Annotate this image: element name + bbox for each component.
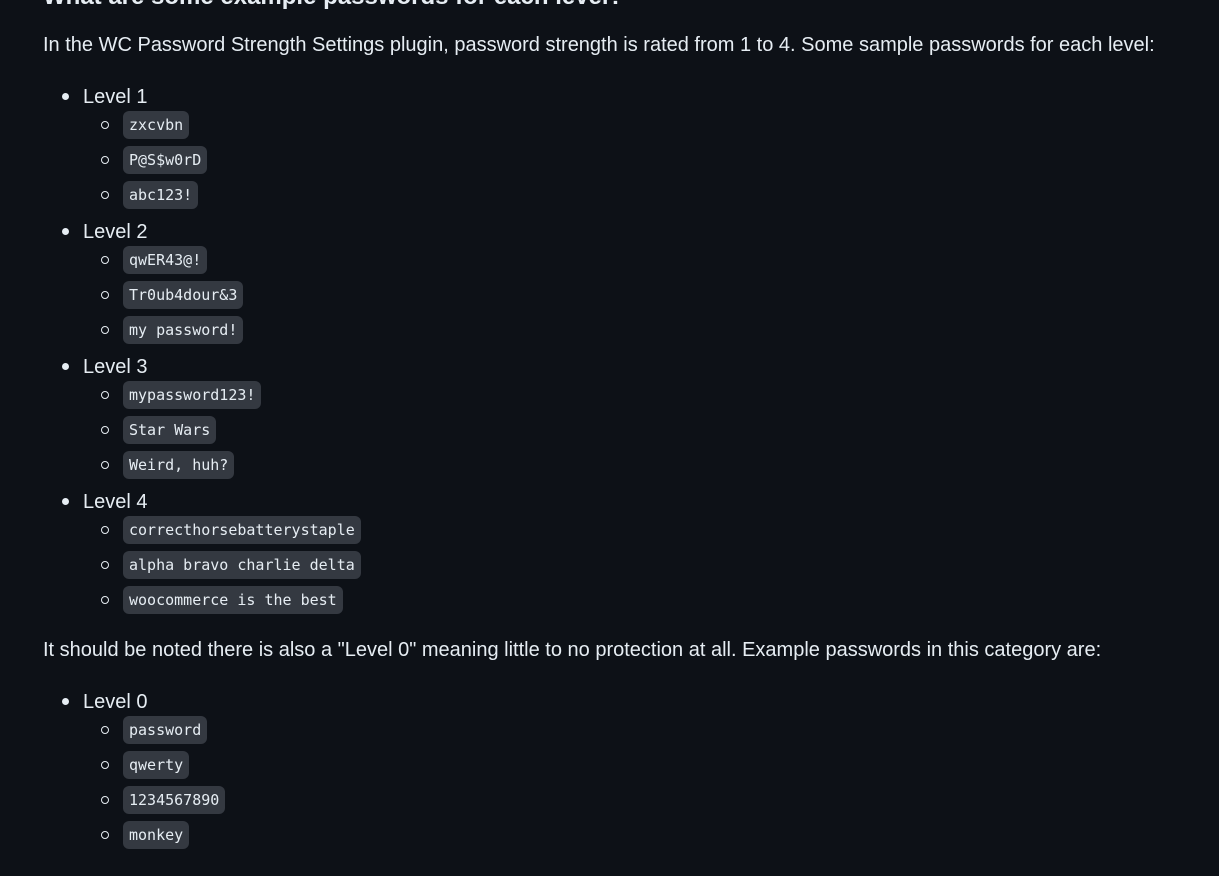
password-code: mypassword123! — [123, 381, 262, 409]
bullet-icon — [62, 363, 69, 370]
intro-paragraph: In the WC Password Strength Settings plu… — [43, 34, 1155, 56]
circle-bullet-icon — [101, 426, 109, 434]
password-code: alpha bravo charlie delta — [123, 551, 361, 579]
password-code: Tr0ub4dour&3 — [123, 281, 244, 309]
password-example: Weird, huh? — [0, 451, 600, 481]
circle-bullet-icon — [101, 256, 109, 264]
circle-bullet-icon — [101, 726, 109, 734]
password-example: qwER43@! — [0, 246, 600, 276]
level-heading: Level 2 — [0, 217, 400, 247]
password-code: password — [123, 716, 208, 744]
password-code: qwER43@! — [123, 246, 208, 274]
password-example: zxcvbn — [0, 111, 600, 141]
password-example: Star Wars — [0, 416, 600, 446]
circle-bullet-icon — [101, 561, 109, 569]
level-label: Level 2 — [83, 221, 148, 243]
password-example: my password! — [0, 316, 600, 346]
level-label: Level 3 — [83, 356, 148, 378]
circle-bullet-icon — [101, 461, 109, 469]
level-label: Level 4 — [83, 491, 148, 513]
circle-bullet-icon — [101, 191, 109, 199]
password-example: mypassword123! — [0, 381, 600, 411]
circle-bullet-icon — [101, 831, 109, 839]
circle-bullet-icon — [101, 391, 109, 399]
level-heading: Level 1 — [0, 82, 400, 112]
password-code: my password! — [123, 316, 244, 344]
password-example: qwerty — [0, 751, 600, 781]
password-example: P@S$w0rD — [0, 146, 600, 176]
password-example: abc123! — [0, 181, 600, 211]
level-heading: Level 4 — [0, 487, 400, 517]
password-example: alpha bravo charlie delta — [0, 551, 600, 581]
level-heading: Level 3 — [0, 352, 400, 382]
circle-bullet-icon — [101, 526, 109, 534]
level-heading: Level 0 — [0, 687, 400, 717]
bullet-icon — [62, 93, 69, 100]
level-label: Level 0 — [83, 691, 148, 713]
password-code: woocommerce is the best — [123, 586, 343, 614]
password-code: zxcvbn — [123, 111, 190, 139]
password-code: Star Wars — [123, 416, 217, 444]
bullet-icon — [62, 698, 69, 705]
section-heading: What are some example passwords for each… — [43, 0, 623, 12]
password-code: qwerty — [123, 751, 190, 779]
password-code: correcthorsebatterystaple — [123, 516, 361, 544]
circle-bullet-icon — [101, 596, 109, 604]
password-code: abc123! — [123, 181, 199, 209]
password-code: P@S$w0rD — [123, 146, 208, 174]
password-code: 1234567890 — [123, 786, 226, 814]
circle-bullet-icon — [101, 121, 109, 129]
password-code: Weird, huh? — [123, 451, 235, 479]
circle-bullet-icon — [101, 761, 109, 769]
circle-bullet-icon — [101, 796, 109, 804]
password-example: 1234567890 — [0, 786, 600, 816]
circle-bullet-icon — [101, 156, 109, 164]
circle-bullet-icon — [101, 326, 109, 334]
password-example: monkey — [0, 821, 600, 851]
level-label: Level 1 — [83, 86, 148, 108]
bullet-icon — [62, 228, 69, 235]
password-example: Tr0ub4dour&3 — [0, 281, 600, 311]
answer-content: What are some example passwords for each… — [0, 0, 1219, 876]
circle-bullet-icon — [101, 291, 109, 299]
bullet-icon — [62, 498, 69, 505]
password-code: monkey — [123, 821, 190, 849]
password-example: password — [0, 716, 600, 746]
password-example: correcthorsebatterystaple — [0, 516, 600, 546]
password-example: woocommerce is the best — [0, 586, 600, 616]
note-paragraph: It should be noted there is also a "Leve… — [43, 639, 1102, 661]
